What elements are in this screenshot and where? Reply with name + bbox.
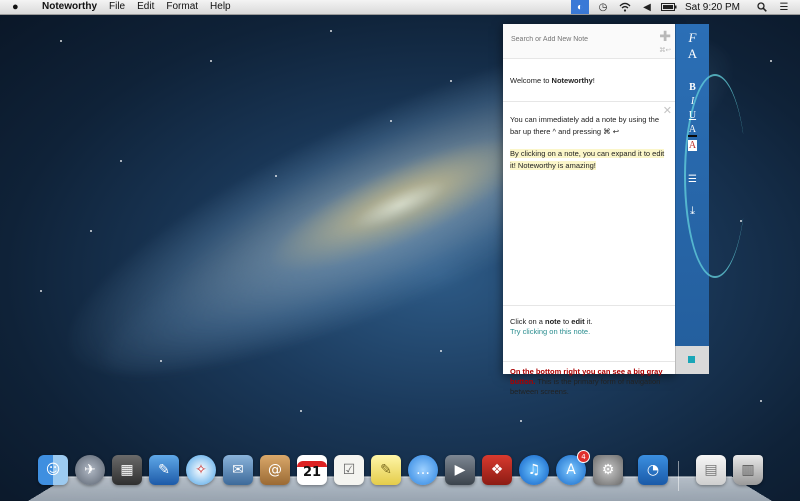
itunes-icon[interactable]: ♫ <box>519 455 549 485</box>
noteworthy-panel: ✚ ⌘↩ Welcome to Noteworthy! ✕ You can im… <box>503 24 675 396</box>
launchpad-icon[interactable]: ✈ <box>75 455 105 485</box>
mail-icon[interactable]: ✉ <box>223 455 253 485</box>
search-bar: ✚ ⌘↩ <box>503 24 675 59</box>
add-note-icon[interactable]: ✚ <box>659 28 671 45</box>
font-button[interactable]: F <box>676 30 709 46</box>
dock-separator <box>678 461 679 491</box>
note-welcome-text: Welcome to Noteworthy! <box>510 75 595 85</box>
save-icon[interactable]: ⤓ <box>676 204 709 218</box>
finder-icon[interactable]: ☺ <box>38 455 68 485</box>
list-icon[interactable]: ☰ <box>676 174 709 185</box>
menu-bar: ● Noteworthy File Edit Format Help ◐ ◷ ◀… <box>0 0 800 15</box>
navigation-button[interactable] <box>688 356 695 363</box>
mission-control-icon[interactable]: ▦ <box>112 455 142 485</box>
navigation-button-area <box>675 346 709 374</box>
note-expand-text: By clicking on a note, you can expand it… <box>510 149 665 170</box>
bold-button[interactable]: B <box>676 82 709 93</box>
format-toolbar: F A B I U A A ☰ ⤓ <box>675 24 746 346</box>
close-note-icon[interactable]: ✕ <box>663 104 672 117</box>
app-menu[interactable]: Noteworthy <box>42 0 97 14</box>
safari-icon[interactable]: ✧ <box>186 455 216 485</box>
menubar-status-area: ◐ ◷ ◀ Sat 9:20 PM ☰ <box>565 0 800 14</box>
time-machine-icon[interactable]: ◷ <box>595 0 611 14</box>
reminders-icon[interactable]: ☑ <box>334 455 364 485</box>
noteworthy-dock-icon[interactable]: ◔ <box>638 455 668 485</box>
trash-icon[interactable]: ▥ <box>733 455 763 485</box>
note-navigation-hint[interactable]: On the bottom right you can see a big gr… <box>503 362 675 397</box>
text-color-button[interactable]: A <box>688 124 697 137</box>
shortcut-hint: ⌘↩ <box>659 47 671 54</box>
calendar-day: 21 <box>302 465 322 480</box>
note-add-text: You can immediately add a note by using … <box>510 115 659 136</box>
menu-edit[interactable]: Edit <box>137 0 154 14</box>
menubar-clock[interactable]: Sat 9:20 PM <box>685 2 740 13</box>
messages-icon[interactable]: … <box>408 455 438 485</box>
note-expanded[interactable]: ✕ You can immediately add a note by usin… <box>503 102 675 306</box>
spotlight-search-icon[interactable] <box>754 0 770 14</box>
app-store-icon[interactable]: A 4 <box>556 450 590 485</box>
font-size-button[interactable]: A <box>676 46 709 62</box>
battery-icon[interactable] <box>660 0 677 14</box>
app-store-badge: 4 <box>577 450 590 463</box>
downloads-stack-icon[interactable]: ▤ <box>696 455 726 485</box>
italic-button[interactable]: I <box>676 96 709 107</box>
highlight-button[interactable]: A <box>688 140 697 151</box>
note-edit-hint[interactable]: Click on a note to edit it. Try clicking… <box>503 306 675 362</box>
wifi-icon[interactable] <box>617 0 633 14</box>
notes-icon[interactable]: ✎ <box>371 455 401 485</box>
facetime-icon[interactable]: ▶ <box>445 455 475 485</box>
menu-help[interactable]: Help <box>210 0 231 14</box>
note-edit-try: Try clicking on this note. <box>510 327 591 336</box>
underline-button[interactable]: U <box>676 110 709 121</box>
contacts-icon[interactable]: @ <box>260 455 290 485</box>
photo-booth-icon[interactable]: ❖ <box>482 455 512 485</box>
menu-format[interactable]: Format <box>166 0 198 14</box>
calendar-icon[interactable]: 21 <box>297 455 327 485</box>
note-welcome[interactable]: Welcome to Noteworthy! <box>503 59 675 102</box>
apple-menu-icon[interactable]: ● <box>12 0 22 14</box>
notification-center-icon[interactable]: ☰ <box>776 0 792 14</box>
system-preferences-icon[interactable]: ⚙ <box>593 455 623 485</box>
noteworthy-status-icon[interactable]: ◐ <box>570 0 589 14</box>
xcode-icon[interactable]: ✎ <box>149 455 179 485</box>
search-input[interactable] <box>509 35 653 44</box>
volume-icon[interactable]: ◀ <box>639 0 655 14</box>
menu-file[interactable]: File <box>109 0 125 14</box>
